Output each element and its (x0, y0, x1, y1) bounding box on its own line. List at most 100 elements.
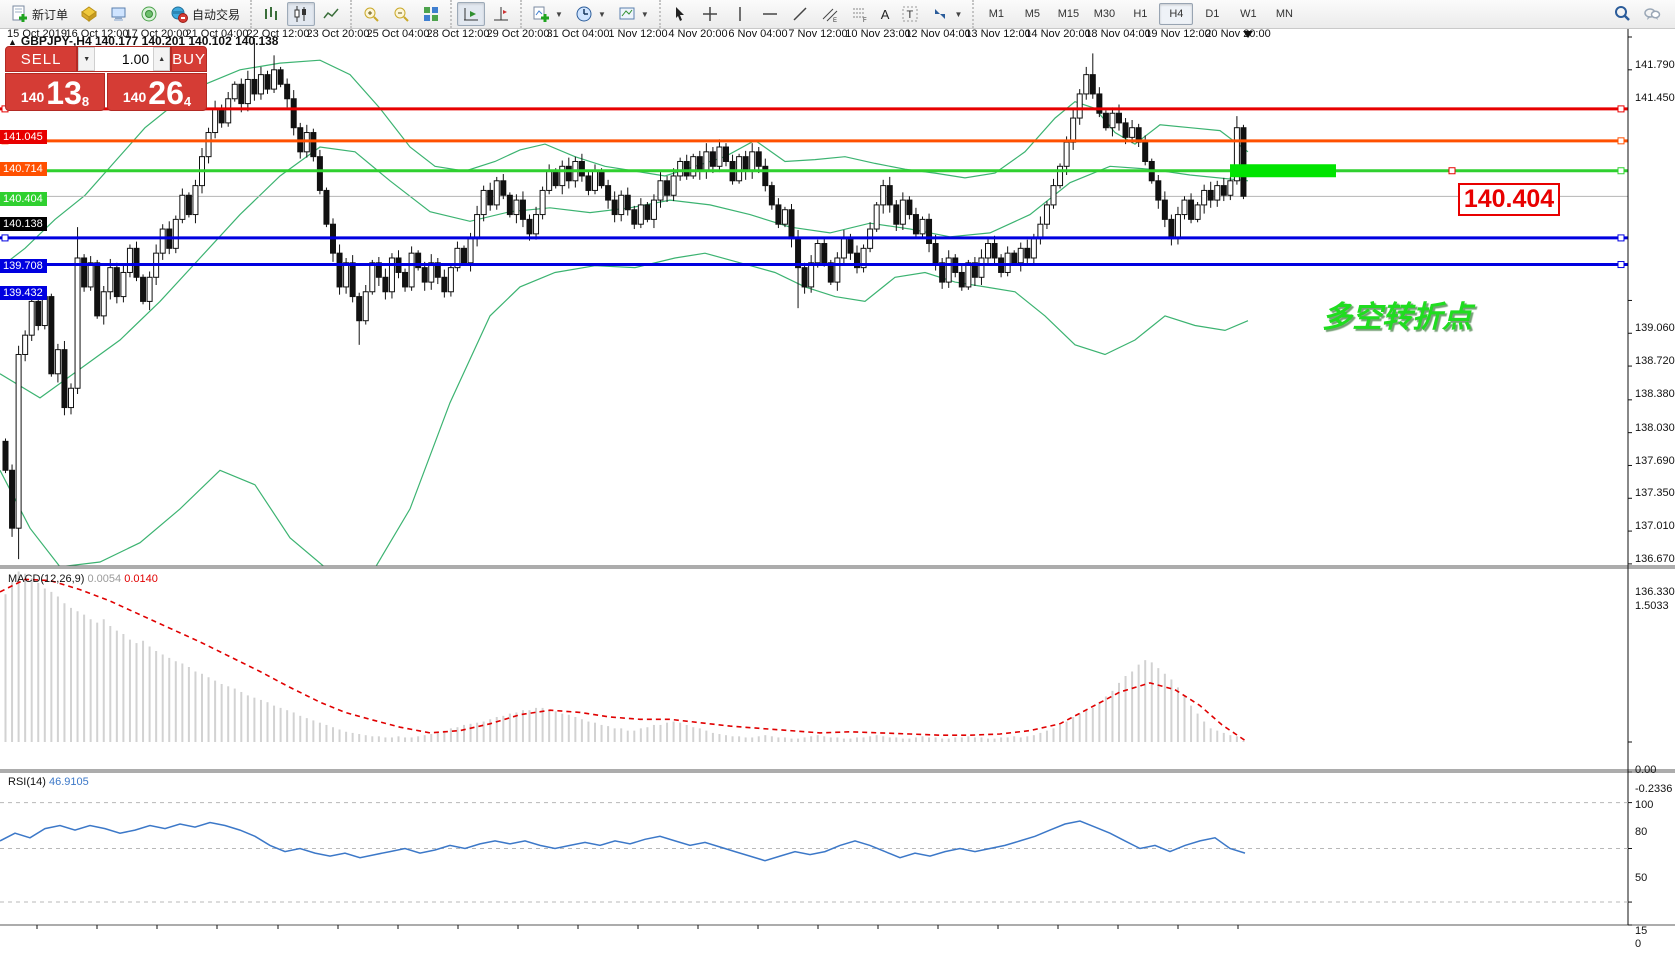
bar-chart-button[interactable] (257, 2, 285, 26)
timeframe-button-m30[interactable]: M30 (1087, 3, 1121, 25)
time-axis-label: 19 Nov 12:00 (1145, 28, 1210, 40)
macd-axis-zero: 0.00 (1635, 764, 1656, 776)
equidistant-channel-icon: E (821, 5, 839, 23)
rsi-axis-label: 50 (1635, 872, 1647, 884)
price-tick-label: 137.350 (1635, 487, 1675, 499)
horizontal-line-140714[interactable] (0, 138, 1628, 144)
time-axis-label: 14 Nov 20:00 (1025, 28, 1090, 40)
buy-price[interactable]: 140264 (107, 73, 207, 111)
svg-text:T: T (907, 9, 914, 21)
axis-price-box-140404: 140.404 (0, 192, 47, 206)
chart-area[interactable]: ▲GBPJPY-,H4 140.177 140.201 140.102 140.… (0, 28, 1675, 954)
time-axis-label: 12 Nov 04:00 (905, 28, 970, 40)
vertical-line-icon (731, 5, 749, 23)
timeframe-button-mn[interactable]: MN (1267, 3, 1301, 25)
timeframe-button-m15[interactable]: M15 (1051, 3, 1085, 25)
time-axis-label: 25 Oct 04:00 (367, 28, 430, 40)
horizontal-line-139708[interactable] (0, 235, 1628, 241)
horizontal-line-140404[interactable] (0, 168, 1628, 174)
zoom-in-button[interactable] (357, 2, 385, 26)
tile-windows-button[interactable] (417, 2, 445, 26)
chart-canvas[interactable] (0, 28, 1675, 954)
fibonacci-tool-button[interactable]: F (846, 2, 874, 26)
sell-price[interactable]: 140138 (5, 73, 105, 111)
toolbar-group-right (1607, 2, 1675, 26)
macd-pane (0, 571, 1632, 742)
indicators-button[interactable]: ▼ (527, 2, 568, 26)
horizontal-line-141045[interactable] (0, 106, 1628, 112)
autotrading-label: 自动交易 (192, 6, 240, 23)
price-tick-label: 137.010 (1635, 520, 1675, 532)
toolbar-group-zoom (350, 0, 450, 28)
line-chart-button[interactable] (317, 2, 345, 26)
price-callout-label[interactable]: 140.404 (1458, 183, 1560, 216)
macd-main-value: 0.0054 (87, 573, 121, 585)
price-tick-label: 138.030 (1635, 422, 1675, 434)
new-order-button[interactable]: 新订单 (5, 2, 73, 26)
terminal-icon (110, 5, 128, 23)
volume-input[interactable] (95, 47, 153, 71)
zoom-out-button[interactable] (387, 2, 415, 26)
rsi-value: 46.9105 (49, 776, 89, 788)
macd-axis-min: -0.2336 (1635, 783, 1672, 795)
indicators-caret-icon: ▼ (555, 10, 563, 19)
timeframe-button-h4[interactable]: H4 (1159, 3, 1193, 25)
timeframe-button-m5[interactable]: M5 (1015, 3, 1049, 25)
timeframe-button-m1[interactable]: M1 (979, 3, 1013, 25)
macd-axis-max: 1.5033 (1635, 600, 1669, 612)
time-axis-label: 4 Nov 20:00 (668, 28, 727, 40)
timeframe-button-w1[interactable]: W1 (1231, 3, 1265, 25)
periods-button[interactable]: ▼ (570, 2, 611, 26)
signals-button[interactable] (135, 2, 163, 26)
axis-price-box-140714: 140.714 (0, 162, 47, 176)
horizontal-line-icon (761, 5, 779, 23)
crosshair-tool-button[interactable] (696, 2, 724, 26)
chinese-annotation-text[interactable]: 多空转折点 (1322, 292, 1472, 336)
time-axis (37, 925, 1238, 929)
community-chat-button[interactable] (1638, 2, 1666, 26)
sell-button[interactable]: SELL (5, 46, 77, 72)
search-icon (1613, 5, 1631, 23)
one-click-trade-panel: SELL ▼ ▲ BUY 140138 140264 (5, 46, 207, 111)
chart-shift-button[interactable] (487, 2, 515, 26)
toolbar-group-trade: 新订单 自动交易 (0, 0, 250, 28)
time-axis-label: 31 Oct 04:00 (547, 28, 610, 40)
timeframe-button-h1[interactable]: H1 (1123, 3, 1157, 25)
chat-icon (1643, 5, 1661, 23)
cursor-tool-button[interactable] (666, 2, 694, 26)
auto-scroll-button[interactable] (457, 2, 485, 26)
candles-layer (3, 38, 1246, 559)
vertical-line-tool-button[interactable] (726, 2, 754, 26)
text-tool-icon: A (881, 8, 890, 21)
buy-button[interactable]: BUY (171, 46, 207, 72)
timeframe-button-d1[interactable]: D1 (1195, 3, 1229, 25)
templates-button[interactable]: ▼ (613, 2, 654, 26)
arrows-tool-icon (931, 5, 949, 23)
trendline-tool-button[interactable] (786, 2, 814, 26)
periods-caret-icon: ▼ (598, 10, 606, 19)
volume-decrease-button[interactable]: ▼ (78, 47, 95, 71)
chart-shift-icon (492, 5, 510, 23)
price-tick-label: 138.720 (1635, 355, 1675, 367)
price-tick-label: 141.450 (1635, 92, 1675, 104)
candlestick-chart-button[interactable] (287, 2, 315, 26)
auto-scroll-icon (462, 5, 480, 23)
tile-windows-icon (422, 5, 440, 23)
search-button[interactable] (1608, 2, 1636, 26)
templates-icon (618, 5, 636, 23)
price-axis-ticks (1628, 37, 1632, 564)
label-tool-button[interactable]: T (896, 2, 924, 26)
autotrading-button[interactable]: 自动交易 (165, 2, 245, 26)
text-tool-button[interactable]: A (876, 2, 895, 26)
fibonacci-icon: F (851, 5, 869, 23)
rsi-pane (0, 772, 1632, 925)
arrows-tool-button[interactable]: ▼ (926, 2, 967, 26)
price-tick-label: 137.690 (1635, 455, 1675, 467)
bar-chart-icon (262, 5, 280, 23)
horizontal-line-tool-button[interactable] (756, 2, 784, 26)
metaeditor-button[interactable] (75, 2, 103, 26)
volume-increase-button[interactable]: ▲ (153, 47, 170, 71)
channel-tool-button[interactable]: E (816, 2, 844, 26)
market-watch-button[interactable] (105, 2, 133, 26)
time-axis-label: 18 Nov 04:00 (1085, 28, 1150, 40)
